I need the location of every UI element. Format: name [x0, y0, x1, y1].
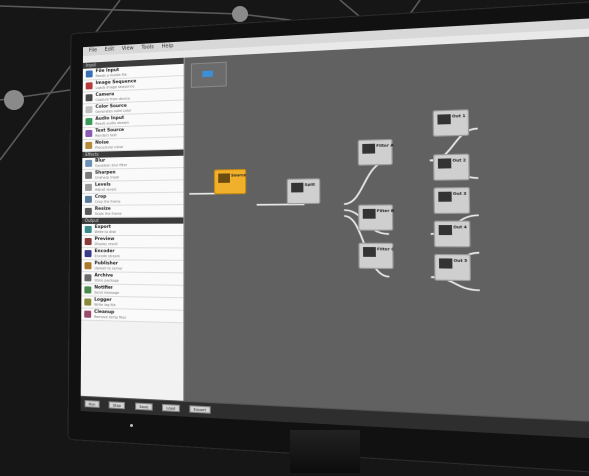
menu-file[interactable]: File — [89, 47, 97, 53]
graph-node[interactable]: Out 2 — [433, 153, 470, 181]
item-description: Renders text — [95, 133, 117, 138]
node-type-icon — [85, 106, 93, 114]
item-description: Unsharp mask — [94, 175, 120, 180]
node-library-item[interactable]: Preview Display result — [81, 236, 184, 249]
monitor: File Edit View Tools Help Input File Inpu… — [0, 0, 589, 476]
node-thumbnail-icon — [362, 143, 376, 154]
item-description: Remove temp files — [94, 314, 127, 320]
node-type-icon — [85, 70, 93, 78]
item-description: Capture from device — [95, 96, 131, 102]
node-library-item[interactable]: Publisher Upload to server — [81, 260, 184, 274]
node-label: Split — [304, 182, 316, 187]
item-description: Store package — [94, 278, 119, 283]
node-type-icon — [84, 310, 92, 318]
node-label: Out 1 — [451, 113, 466, 119]
node-label: Out 2 — [452, 158, 466, 163]
item-description: Send message — [94, 290, 120, 296]
stop-button[interactable]: Stop — [108, 401, 126, 410]
node-type-icon — [84, 225, 92, 233]
node-label: Source — [231, 173, 247, 178]
node-thumbnail-icon — [218, 173, 230, 183]
node-thumbnail-icon — [438, 225, 453, 236]
node-label: Out 5 — [453, 258, 468, 264]
node-label: Filter C — [376, 247, 395, 252]
export-button[interactable]: Export — [189, 405, 211, 414]
item-description: Adjust levels — [94, 187, 117, 192]
node-label: Filter B — [376, 208, 395, 214]
node-type-icon — [84, 274, 92, 282]
item-description: Upload to server — [94, 266, 123, 271]
load-button[interactable]: Load — [162, 403, 180, 413]
node-type-icon — [85, 117, 93, 126]
monitor-bezel: File Edit View Tools Help Input File Inpu… — [68, 0, 589, 476]
monitor-stand — [290, 430, 360, 473]
item-description: Reads a media file — [95, 72, 127, 79]
item-description: Reads audio stream — [95, 120, 129, 126]
app-window: File Edit View Tools Help Input File Inpu… — [80, 15, 589, 442]
item-description: Encode stream — [94, 254, 120, 259]
item-description: Scale the frame — [94, 211, 122, 216]
graph-node[interactable]: Out 3 — [433, 186, 471, 214]
menu-help[interactable]: Help — [162, 43, 174, 50]
graph-node[interactable]: Split — [286, 178, 321, 205]
item-description: Gaussian blur filter — [95, 163, 128, 168]
node-library-item[interactable]: Export Write to disk — [81, 223, 184, 237]
node-thumbnail-icon — [438, 258, 453, 269]
graph-node[interactable]: Filter C — [358, 242, 395, 270]
menu-view[interactable]: View — [122, 45, 134, 52]
graph-node[interactable]: Out 4 — [433, 220, 471, 248]
graph-node[interactable]: Filter B — [358, 204, 395, 231]
node-type-icon — [85, 141, 93, 150]
item-description: Write log file — [94, 302, 116, 308]
node-label: Out 4 — [453, 224, 467, 230]
node-type-icon — [84, 195, 92, 203]
node-type-icon — [85, 159, 93, 167]
node-type-icon — [85, 183, 92, 191]
node-library-item[interactable]: Crop Crop the frame — [81, 192, 184, 206]
node-type-icon — [84, 207, 92, 215]
menu-tools[interactable]: Tools — [141, 44, 154, 51]
graph-node[interactable]: Out 5 — [434, 253, 472, 282]
node-thumbnail-icon — [437, 158, 452, 169]
item-description: Display result — [94, 242, 118, 247]
node-type-icon — [84, 262, 92, 270]
node-type-icon — [85, 94, 93, 102]
node-label: Filter A — [376, 143, 394, 149]
item-description: Loads image sequence — [95, 84, 135, 91]
node-type-icon — [85, 82, 93, 90]
item-description: Generates solid color — [95, 108, 132, 114]
power-led-icon — [130, 424, 133, 427]
item-description: Write to disk — [94, 229, 116, 234]
node-graph-canvas[interactable]: Source Split Filter A Filter B Filter C Out 1… — [184, 34, 589, 425]
graph-node[interactable]: Source — [213, 168, 247, 195]
node-type-icon — [84, 298, 92, 306]
node-library-item[interactable]: Resize Scale the frame — [81, 205, 184, 218]
item-description: Crop the frame — [94, 199, 121, 204]
node-label: Out 3 — [452, 191, 467, 197]
node-thumbnail-icon — [437, 114, 451, 125]
node-type-icon — [85, 129, 93, 138]
node-library-item[interactable]: Cleanup Remove temp files — [81, 308, 184, 324]
save-button[interactable]: Save — [135, 402, 153, 411]
node-library-panel: Input File Input Reads a media file Image S… — [80, 57, 185, 402]
node-type-icon — [84, 250, 92, 258]
node-thumbnail-icon — [291, 182, 304, 193]
node-library-item[interactable]: Encoder Encode stream — [81, 248, 184, 261]
node-thumbnail-icon — [362, 208, 376, 219]
graph-node[interactable]: Filter A — [357, 138, 394, 166]
node-type-icon — [84, 238, 92, 246]
node-thumbnail-icon — [363, 247, 376, 257]
node-thumbnail-icon — [438, 191, 452, 202]
node-library-item[interactable]: Noise Procedural noise — [82, 137, 184, 153]
node-type-icon — [85, 171, 93, 179]
run-button[interactable]: Run — [84, 400, 100, 408]
item-description: Procedural noise — [95, 145, 124, 150]
menu-edit[interactable]: Edit — [105, 46, 115, 52]
graph-node[interactable]: Out 1 — [432, 109, 470, 137]
node-type-icon — [84, 286, 92, 294]
